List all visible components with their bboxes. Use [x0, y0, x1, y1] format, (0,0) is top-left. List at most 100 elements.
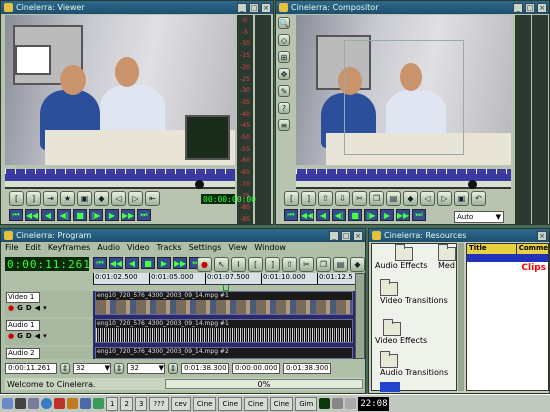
- help-icon[interactable]: ?: [278, 102, 290, 114]
- col-title[interactable]: Title: [467, 244, 517, 254]
- end-icon[interactable]: ⏭: [137, 209, 151, 221]
- compositor-titlebar[interactable]: Cinelerra: Compositor _ □ ×: [276, 1, 549, 14]
- extract-icon[interactable]: ⇩: [335, 191, 350, 206]
- track-name-field[interactable]: Audio 1: [6, 320, 40, 331]
- maximize-icon[interactable]: □: [525, 2, 535, 13]
- fast-reverse-icon[interactable]: ◀◀: [25, 209, 39, 221]
- expand-icon[interactable]: ▾: [43, 304, 47, 312]
- tracks-stepper-icon[interactable]: ⇕: [168, 362, 178, 374]
- desktop-1[interactable]: 1: [106, 396, 119, 411]
- record-dot-icon[interactable]: ●: [8, 304, 14, 312]
- selection-length-field[interactable]: 0:00:00.000: [232, 362, 280, 374]
- rewind-icon[interactable]: ⏮: [9, 209, 23, 221]
- cut-icon[interactable]: ✂: [352, 191, 367, 206]
- frame-back-icon[interactable]: ◀|: [57, 209, 71, 221]
- task-cine-4[interactable]: Cine: [269, 396, 294, 411]
- globe-icon[interactable]: [41, 398, 52, 409]
- task-cev[interactable]: cev: [170, 396, 191, 411]
- record-dot-icon[interactable]: ●: [8, 332, 14, 340]
- task-cine-2[interactable]: Cine: [218, 396, 243, 411]
- close-icon[interactable]: ×: [261, 2, 271, 13]
- close-icon[interactable]: ×: [537, 230, 547, 241]
- list-icon[interactable]: ≡: [278, 119, 290, 131]
- lift-icon[interactable]: ⇧: [318, 191, 333, 206]
- menu-file[interactable]: File: [5, 243, 18, 252]
- arrow-icon[interactable]: ↖: [214, 257, 229, 272]
- compositor-slider[interactable]: [296, 180, 511, 189]
- close-icon[interactable]: ×: [353, 230, 363, 241]
- track-header-video1[interactable]: Video 1 ● G D ◀ ▾: [5, 291, 93, 317]
- folder-video-transitions[interactable]: Video Transitions: [380, 279, 448, 305]
- ibeam-icon[interactable]: I: [231, 257, 246, 272]
- prev-label-icon[interactable]: ◁: [111, 191, 126, 206]
- audio-clip-2[interactable]: eng10_720_576_4300_2003_09_14.mpg #2: [95, 347, 353, 359]
- label-icon[interactable]: ◆: [94, 191, 109, 206]
- gang-toggle[interactable]: G: [17, 332, 23, 340]
- resources-scrollbar[interactable]: [458, 243, 464, 391]
- folder-video-effects[interactable]: Video Effects: [375, 319, 427, 345]
- selection-box[interactable]: [344, 40, 464, 155]
- reverse-icon[interactable]: ◀: [125, 257, 139, 269]
- splice-icon[interactable]: ⇥: [43, 191, 58, 206]
- copy-icon[interactable]: ❐: [316, 257, 331, 272]
- folder-audio-transitions[interactable]: Audio Transitions: [380, 351, 448, 377]
- audio-clip-1[interactable]: eng10_720_576_4300_2003_09_14.mpg #1: [95, 319, 353, 343]
- prev-label-icon[interactable]: ◁: [420, 191, 435, 206]
- video-clip[interactable]: eng10_720_576_4300_2003_09_14.mpg #1: [95, 291, 353, 315]
- fast-forward-icon[interactable]: ▶▶: [121, 209, 135, 221]
- network-icon[interactable]: [93, 398, 104, 409]
- rewind-icon[interactable]: ⏮: [284, 209, 298, 221]
- speaker-icon[interactable]: ◀: [35, 332, 40, 340]
- track-header-audio2[interactable]: Audio 2: [5, 347, 93, 359]
- stop-icon[interactable]: ■: [141, 257, 155, 269]
- start-menu-icon[interactable]: [2, 398, 13, 409]
- track-header-audio1[interactable]: Audio 1 ● G D ◀ ▾: [5, 319, 93, 345]
- fast-forward-icon[interactable]: ▶▶: [173, 257, 187, 269]
- samples-stepper-icon[interactable]: ⇕: [114, 362, 124, 374]
- out-point-icon[interactable]: ]: [26, 191, 41, 206]
- menu-tracks[interactable]: Tracks: [156, 243, 181, 252]
- toclip-icon[interactable]: ▣: [77, 191, 92, 206]
- slider-knob[interactable]: [195, 180, 204, 189]
- draw-toggle[interactable]: D: [26, 304, 32, 312]
- minimize-icon[interactable]: _: [237, 2, 247, 13]
- zoom-samples-select[interactable]: 32 ▼: [73, 362, 111, 374]
- maximize-icon[interactable]: □: [249, 2, 259, 13]
- gear-icon[interactable]: [28, 398, 39, 409]
- prev-edit-icon[interactable]: ⇤: [145, 191, 160, 206]
- label-icon[interactable]: ◆: [403, 191, 418, 206]
- in-point-icon[interactable]: [: [248, 257, 263, 272]
- gang-toggle[interactable]: G: [17, 304, 23, 312]
- menu-edit[interactable]: Edit: [25, 243, 41, 252]
- menu-settings[interactable]: Settings: [189, 243, 222, 252]
- task-cine-1[interactable]: Cine: [192, 396, 217, 411]
- fast-reverse-icon[interactable]: ◀◀: [109, 257, 123, 269]
- frame-forward-icon[interactable]: |▶: [89, 209, 103, 221]
- overwrite-icon[interactable]: ★: [60, 191, 75, 206]
- minimize-icon[interactable]: _: [513, 2, 523, 13]
- viewer-slider[interactable]: [5, 180, 235, 189]
- selected-folder[interactable]: [380, 382, 400, 392]
- play-icon[interactable]: ▶: [157, 257, 171, 269]
- undo-icon[interactable]: ↶: [471, 191, 486, 206]
- unknown-tray[interactable]: ???: [149, 396, 169, 411]
- play-icon[interactable]: ▶: [105, 209, 119, 221]
- projector-icon[interactable]: ✥: [278, 68, 290, 80]
- folder-audio-effects[interactable]: Audio Effects: [375, 244, 427, 270]
- stop-icon[interactable]: ■: [348, 209, 362, 221]
- desktop-2[interactable]: 2: [120, 396, 133, 411]
- selection-end-field[interactable]: 0:01:38.300: [283, 362, 331, 374]
- end-icon[interactable]: ⏭: [412, 209, 426, 221]
- terminal-icon[interactable]: [15, 398, 26, 409]
- menu-view[interactable]: View: [228, 243, 247, 252]
- track-name-field[interactable]: Audio 2: [6, 348, 40, 359]
- camera-icon[interactable]: ⊞: [278, 51, 290, 63]
- lift-icon[interactable]: ⇧: [282, 257, 297, 272]
- draw-toggle[interactable]: D: [26, 332, 32, 340]
- task-cine-3[interactable]: Cine: [244, 396, 268, 411]
- zoom-time-select[interactable]: 0:00:11.261: [5, 362, 57, 374]
- speaker-icon[interactable]: ◀: [35, 304, 40, 312]
- in-point-icon[interactable]: [: [284, 191, 299, 206]
- paste-icon[interactable]: ▤: [333, 257, 348, 272]
- volume-icon[interactable]: [345, 398, 357, 409]
